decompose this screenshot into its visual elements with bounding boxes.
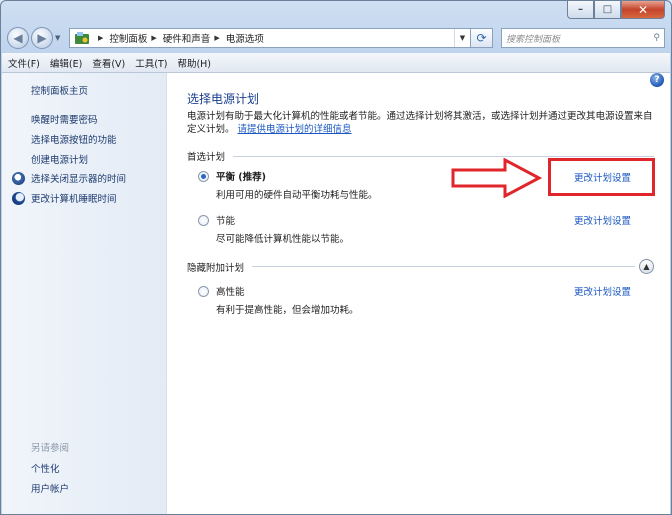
plan-balanced[interactable]: 平衡 (推荐) 利用可用的硬件自动平衡功耗与性能。: [198, 169, 378, 201]
forward-button[interactable]: ▶: [31, 27, 53, 49]
change-plan-settings-link-high-performance[interactable]: 更改计划设置: [574, 284, 631, 298]
refresh-button[interactable]: ⟳: [471, 28, 493, 48]
plan-description: 有利于提高性能，但会增加功耗。: [216, 305, 359, 316]
sidebar-link-user-accounts[interactable]: 用户帐户: [31, 481, 69, 495]
recent-pages-chevron-icon[interactable]: ▼: [55, 34, 65, 42]
breadcrumb-item[interactable]: 电源选项: [226, 31, 264, 45]
group-label: 隐藏附加计划: [187, 262, 245, 274]
breadcrumb-root-chevron-icon[interactable]: ▶: [94, 34, 109, 42]
search-placeholder: 搜索控制面板: [506, 34, 561, 45]
monitor-icon: [12, 171, 25, 185]
page-description: 电源计划有助于最大化计算机的性能或者节能。通过选择计划将其激活，或选择计划并通过…: [187, 110, 657, 136]
moon-icon: [12, 191, 25, 205]
plan-name: 高性能: [216, 287, 245, 298]
address-dropdown-icon[interactable]: ▼: [454, 29, 470, 47]
hidden-plans-header[interactable]: 隐藏附加计划 ▲: [187, 259, 654, 274]
plan-name: 节能: [216, 216, 236, 227]
menu-help[interactable]: 帮助(H): [177, 56, 211, 70]
plan-description: 利用可用的硬件自动平衡功耗与性能。: [216, 190, 378, 201]
breadcrumb-item[interactable]: 控制面板 ▶: [109, 31, 162, 45]
back-arrow-icon: ◀: [13, 31, 23, 45]
sidebar-link-label: 选择关闭显示器的时间: [31, 174, 127, 185]
plan-high-performance[interactable]: 高性能 有利于提高性能，但会增加功耗。: [198, 284, 359, 316]
plan-power-saver[interactable]: 节能 尽可能降低计算机性能以节能。: [198, 213, 349, 245]
control-panel-window: – □ ✕ ◀ ▶ ▼ ▶ 控制面板 ▶ 硬件和声音 ▶ 电源选项 ▼ ⟳ 搜索控制…: [0, 0, 672, 515]
plan-details-link[interactable]: 请提供电源计划的详细信息: [238, 124, 352, 135]
group-divider: [252, 266, 635, 267]
sidebar-link-personalization[interactable]: 个性化: [31, 461, 60, 475]
menu-tools[interactable]: 工具(T): [135, 56, 167, 70]
collapse-chevron-up-icon[interactable]: ▲: [639, 259, 654, 274]
menu-bar: 文件(F) 编辑(E) 查看(V) 工具(T) 帮助(H): [2, 53, 670, 73]
sidebar-link-create-plan[interactable]: 创建电源计划: [31, 152, 88, 166]
menu-view[interactable]: 查看(V): [92, 56, 125, 70]
refresh-icon: ⟳: [476, 31, 487, 45]
plan-description: 尽可能降低计算机性能以节能。: [216, 234, 350, 245]
menu-file[interactable]: 文件(F): [8, 56, 40, 70]
address-bar[interactable]: ▶ 控制面板 ▶ 硬件和声音 ▶ 电源选项 ▼: [69, 28, 471, 48]
help-icon[interactable]: ?: [650, 73, 664, 87]
annotation-arrow-icon: [451, 158, 543, 198]
close-button[interactable]: ✕: [621, 1, 665, 19]
search-input[interactable]: 搜索控制面板 ⚲: [501, 28, 665, 48]
back-button[interactable]: ◀: [7, 27, 29, 49]
radio-high-performance[interactable]: [198, 285, 209, 297]
radio-balanced[interactable]: [198, 170, 209, 182]
search-icon: ⚲: [653, 33, 660, 43]
sidebar-link-display-off[interactable]: 选择关闭显示器的时间: [12, 171, 126, 185]
navigation-bar: ◀ ▶ ▼ ▶ 控制面板 ▶ 硬件和声音 ▶ 电源选项 ▼ ⟳ 搜索控制面板 ⚲: [7, 25, 665, 51]
group-divider: [233, 155, 654, 157]
group-label: 首选计划: [187, 152, 226, 163]
control-panel-icon: [75, 32, 89, 44]
forward-arrow-icon: ▶: [37, 31, 47, 45]
main-panel: ? 选择电源计划 电源计划有助于最大化计算机的性能或者节能。通过选择计划将其激活…: [167, 73, 670, 514]
menu-edit[interactable]: 编辑(E): [50, 56, 82, 70]
sidebar-link-power-buttons[interactable]: 选择电源按钮的功能: [31, 132, 117, 146]
annotation-highlight-box: [548, 158, 655, 196]
sidebar-home-link[interactable]: 控制面板主页: [31, 83, 88, 97]
caption-buttons: – □ ✕: [567, 1, 665, 19]
task-sidebar: 控制面板主页 唤醒时需要密码 选择电源按钮的功能 创建电源计划 选择关闭显示器的…: [2, 73, 167, 514]
radio-power-saver[interactable]: [198, 214, 209, 226]
breadcrumb-item[interactable]: 硬件和声音 ▶: [163, 31, 226, 45]
minimize-button[interactable]: –: [567, 1, 594, 19]
sidebar-link-sleep-time[interactable]: 更改计算机睡眠时间: [12, 191, 117, 205]
sidebar-link-label: 更改计算机睡眠时间: [31, 194, 117, 205]
page-title: 选择电源计划: [187, 92, 260, 106]
maximize-button[interactable]: □: [594, 1, 621, 19]
content-area: 控制面板主页 唤醒时需要密码 选择电源按钮的功能 创建电源计划 选择关闭显示器的…: [2, 73, 670, 514]
see-also-heading: 另请参阅: [31, 443, 70, 454]
change-plan-settings-link-power-saver[interactable]: 更改计划设置: [574, 213, 631, 227]
plan-name: 平衡 (推荐): [216, 172, 266, 183]
sidebar-link-wake-password[interactable]: 唤醒时需要密码: [31, 112, 98, 126]
